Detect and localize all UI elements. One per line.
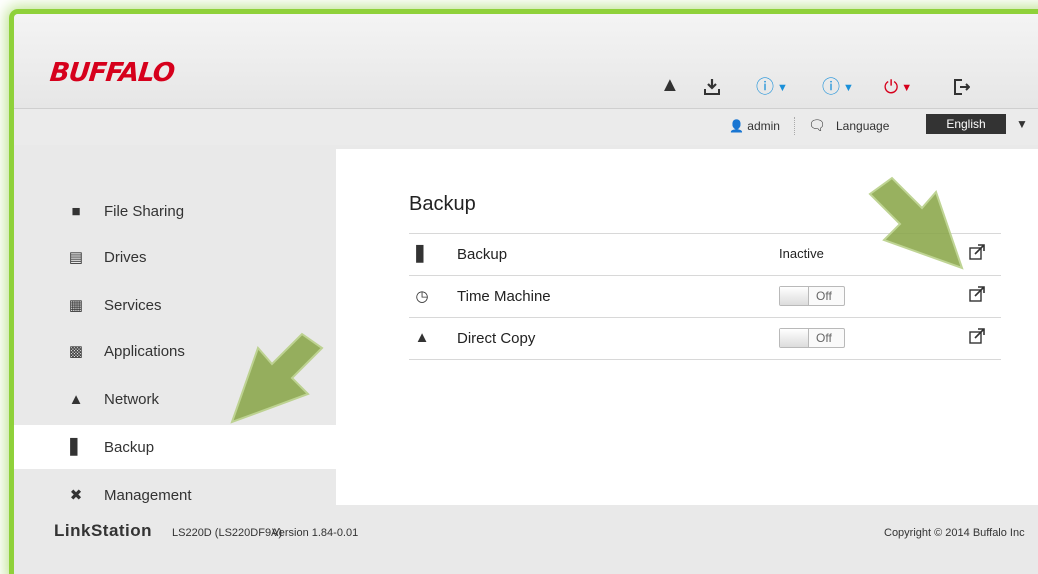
chevron-down-icon[interactable]: ▼ [1016,117,1028,131]
toggle-label: Off [816,289,832,303]
applications-icon: ▩ [68,343,84,360]
services-icon: ▦ [68,297,84,314]
download-icon[interactable] [703,78,721,99]
user-menu[interactable]: 👤 admin [729,119,780,133]
sidebar-item-label: Applications [104,342,185,360]
user-name: admin [747,119,780,133]
direct-copy-toggle[interactable]: Off [779,328,845,348]
sidebar-item-services[interactable]: ▦ Services [14,283,336,327]
footer: LinkStation LS220D (LS220DF9A) Version 1… [14,505,1038,574]
logout-icon[interactable] [952,78,971,99]
sidebar-item-label: File Sharing [104,202,185,220]
row-name: Direct Copy [457,330,536,347]
linkstation-brand: LinkStation [54,521,153,540]
sidebar-nav: ■ File Sharing ▤ Drives ▦ Services ▩ App… [14,145,336,505]
toggle-knob [780,287,809,305]
drive-icon: ▤ [68,249,84,266]
sidebar-item-label: Backup [104,438,155,456]
sidebar-item-label: Network [104,390,160,408]
row-name: Backup [457,246,508,263]
toggle-label: Off [816,331,832,345]
network-icon: ▲ [68,390,84,408]
open-settings-icon[interactable] [969,328,985,344]
account-bar: 👤 admin 🗨 Language English ▼ [14,109,1038,145]
firmware-version: Version 1.84-0.01 [272,527,359,539]
sidebar-item-label: Drives [104,248,147,266]
time-machine-toggle[interactable]: Off [779,286,845,306]
language-select[interactable]: English [926,114,1006,134]
app-window: BUFFALO ▲ ⓘ ▼ ⓘ ▼ ⏻ ▼ 👤 admin 🗨 Language En… [14,14,1038,574]
backup-icon: ▋ [416,246,428,263]
backup-icon: ▋ [70,439,82,456]
folder-icon: ■ [71,202,81,220]
direct-copy-icon: ▲ [414,329,430,346]
sidebar-item-file-sharing[interactable]: ■ File Sharing [14,189,336,233]
sidebar-item-label: Services [104,296,162,314]
toggle-knob [780,329,809,347]
status-text: Inactive [779,246,824,261]
home-icon[interactable]: ▲ [660,75,680,95]
language-icon: 🗨 [808,117,826,133]
model-name: LS220D (LS220DF9A) [172,527,283,539]
sidebar-item-drives[interactable]: ▤ Drives [14,235,336,279]
annotation-arrow-sidebar [230,332,324,424]
annotation-arrow-settings [868,176,964,270]
help-icon[interactable]: ⓘ ▼ [756,78,788,97]
row-name: Time Machine [457,288,551,305]
sidebar-item-label: Management [104,486,192,504]
info-icon[interactable]: ⓘ ▼ [822,78,854,97]
top-header: BUFFALO ▲ ⓘ ▼ ⓘ ▼ ⏻ ▼ [14,14,1038,109]
power-icon[interactable]: ⏻ ▼ [884,78,912,97]
divider [794,117,795,135]
open-settings-icon[interactable] [969,286,985,302]
time-machine-icon: ◷ [415,288,429,305]
management-icon: ✖ [69,487,83,504]
copyright: Copyright © 2014 Buffalo Inc [884,527,1025,539]
language-label: Language [836,119,890,133]
page-title: Backup [409,193,476,215]
list-item-direct-copy: ▲ Direct Copy Off [409,317,1001,360]
buffalo-logo: BUFFALO [48,58,176,88]
